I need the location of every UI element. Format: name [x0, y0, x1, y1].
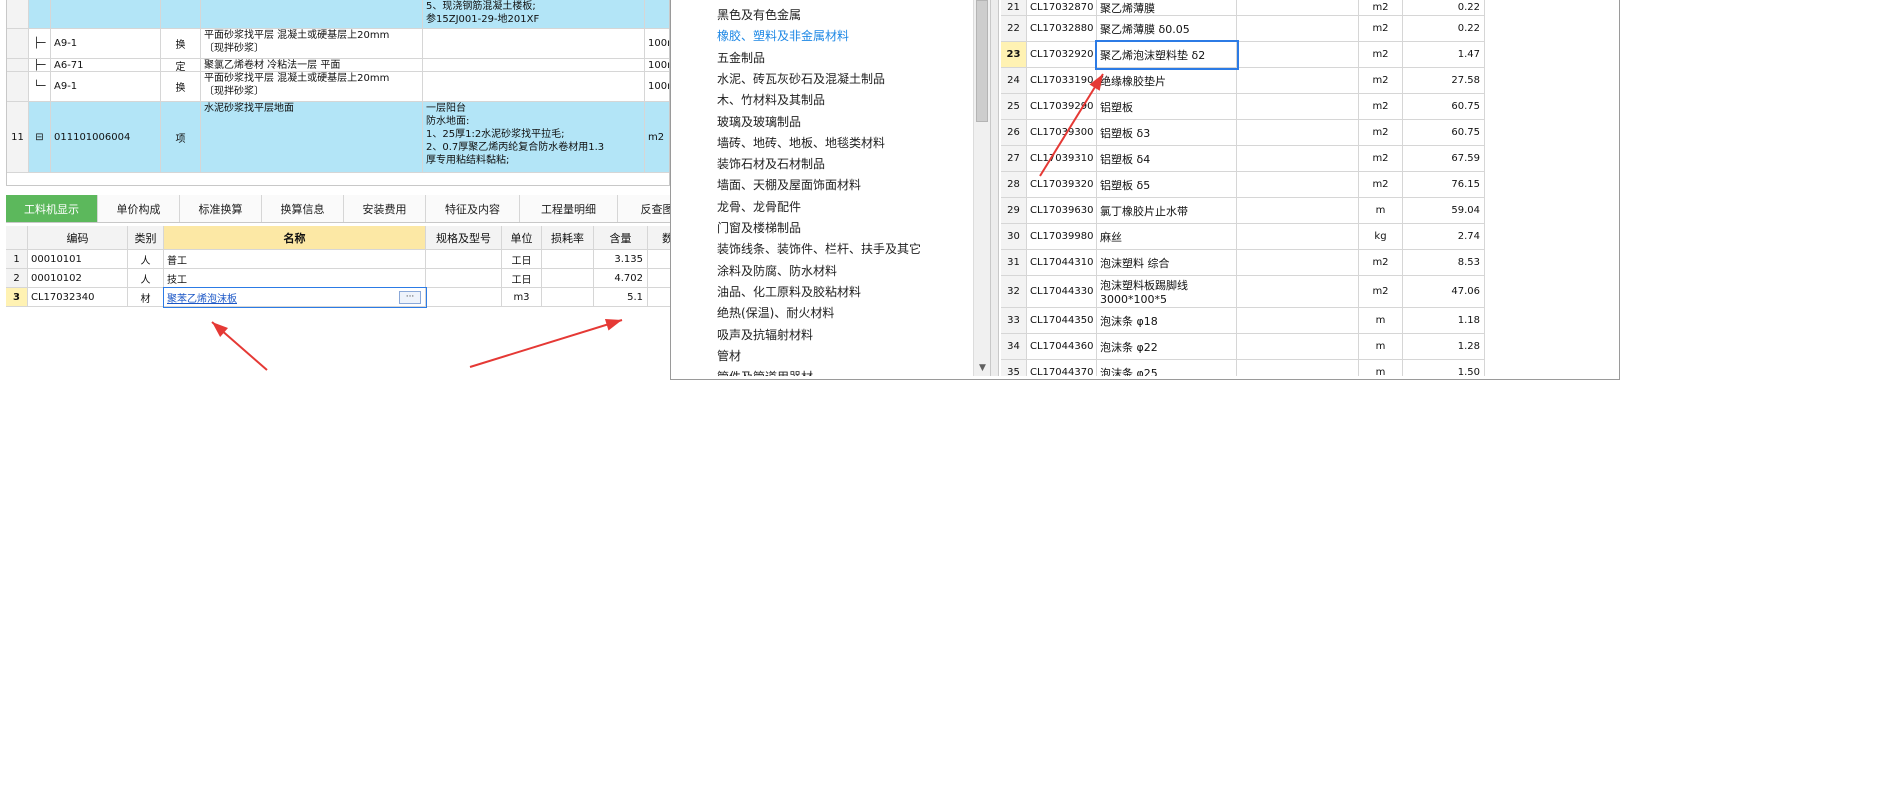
annotation-arrow-line: [1039, 73, 1104, 177]
annotation-arrow-head: [1089, 74, 1103, 91]
annotation-arrow-line: [469, 319, 623, 368]
browse-ellipsis-button[interactable]: ···: [399, 291, 421, 304]
annotation-arrows: [211, 73, 1104, 371]
annotation-arrow-head: [604, 318, 622, 331]
material-name[interactable]: 聚苯乙烯泡沫板 ···: [163, 287, 427, 308]
price-row-name[interactable]: 聚乙烯泡沫塑料垫 δ2: [1095, 40, 1239, 70]
